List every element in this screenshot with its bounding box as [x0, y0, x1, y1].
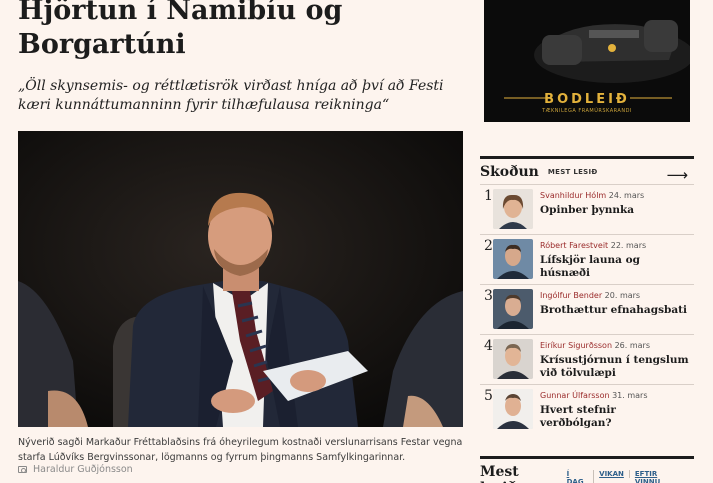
item-meta: Ingólfur Bender 20. mars	[540, 291, 640, 300]
item-headline[interactable]: Brothættur efnahagsbati	[540, 304, 690, 317]
rank-number: 3	[484, 288, 493, 304]
rank-number: 4	[484, 338, 493, 354]
item-meta: Róbert Farestveit 22. mars	[540, 241, 646, 250]
article-column: Hjörtun í Namibíu og Borgartúni „Öll sky…	[0, 0, 470, 483]
item-headline[interactable]: Lífskjör launa og húsnæði	[540, 254, 690, 280]
article-title: Hjörtun í Namibíu og Borgartúni	[18, 0, 343, 60]
article-lead: „Öll skynsemis- og réttlætisrök virðast …	[18, 78, 444, 113]
skodun-item-1[interactable]: 1 Svanhildur Hólm 24. mars Opinber þynnk…	[480, 184, 694, 234]
mest-lesid-header: Mest lesið Í DAG VIKAN EFTIR VINNU	[480, 456, 694, 483]
avatar-illustration	[493, 289, 533, 329]
item-meta: Svanhildur Hólm 24. mars	[540, 191, 644, 200]
item-headline[interactable]: Krísustjórnun í tengslum við tölvulæpi	[540, 354, 690, 380]
item-date: 26. mars	[614, 341, 650, 350]
item-date: 24. mars	[608, 191, 645, 200]
photo-credit-name: Haraldur Guðjónsson	[33, 464, 133, 475]
item-headline[interactable]: Opinber þynnka	[540, 204, 690, 217]
item-date: 22. mars	[610, 241, 647, 250]
skodun-header: Skoðun MEST LESIÐ ⟶	[480, 156, 694, 184]
skodun-item-2[interactable]: 2 Róbert Farestveit 22. mars Lífskjör la…	[480, 234, 694, 284]
author-avatar	[493, 289, 533, 329]
author-name[interactable]: Eiríkur Sigurðsson	[540, 341, 612, 350]
tab-week[interactable]: VIKAN	[599, 470, 630, 478]
author-avatar	[493, 239, 533, 279]
author-name[interactable]: Ingólfur Bender	[540, 291, 602, 300]
rank-number: 2	[484, 238, 493, 254]
ad-tagline: TÆKNILEGA FRAMÚRSKARANDI	[542, 108, 632, 114]
mest-lesid-title: Mest lesið	[480, 464, 519, 483]
rank-number: 5	[484, 388, 493, 404]
item-meta: Gunnar Úlfarsson 31. mars	[540, 391, 648, 400]
article-photo[interactable]	[18, 131, 463, 427]
author-name[interactable]: Gunnar Úlfarsson	[540, 391, 610, 400]
author-name[interactable]: Svanhildur Hólm	[540, 191, 606, 200]
skodun-title[interactable]: Skoðun	[480, 164, 539, 180]
item-headline[interactable]: Hvert stefnir verðbólgan?	[540, 404, 690, 430]
author-avatar	[493, 389, 533, 429]
item-date: 20. mars	[604, 291, 641, 300]
advertisement-banner[interactable]: BODLEIÐ TÆKNILEGA FRAMÚRSKARANDI	[484, 0, 690, 122]
skodun-subtitle: MEST LESIÐ	[547, 167, 598, 176]
sidebar: BODLEIÐ TÆKNILEGA FRAMÚRSKARANDI Skoðun …	[480, 0, 694, 483]
tab-today[interactable]: Í DAG	[567, 470, 595, 483]
photo-caption: Nýverið sagði Markaður Fréttablaðsins fr…	[18, 437, 463, 463]
tab-after-work[interactable]: EFTIR VINNU	[635, 470, 689, 483]
avatar-illustration	[493, 339, 533, 379]
skodun-item-5[interactable]: 5 Gunnar Úlfarsson 31. mars Hvert stefni…	[480, 384, 694, 434]
ad-brand-logo: BODLEIÐ	[544, 92, 630, 107]
author-avatar	[493, 339, 533, 379]
item-date: 31. mars	[612, 391, 648, 400]
avatar-illustration	[493, 189, 533, 229]
item-meta: Eiríkur Sigurðsson 26. mars	[540, 341, 650, 350]
arrow-right-icon[interactable]: ⟶	[666, 166, 688, 184]
avatar-illustration	[493, 239, 533, 279]
avatar-illustration	[493, 389, 533, 429]
photo-credit: Haraldur Guðjónsson	[18, 464, 133, 475]
photo-illustration	[18, 131, 463, 427]
skodun-item-4[interactable]: 4 Eiríkur Sigurðsson 26. mars Krísustjór…	[480, 334, 694, 384]
skodun-item-3[interactable]: 3 Ingólfur Bender 20. mars Brothættur ef…	[480, 284, 694, 334]
rank-number: 1	[484, 188, 493, 204]
camera-icon	[18, 466, 27, 473]
author-avatar	[493, 189, 533, 229]
author-name[interactable]: Róbert Farestveit	[540, 241, 608, 250]
